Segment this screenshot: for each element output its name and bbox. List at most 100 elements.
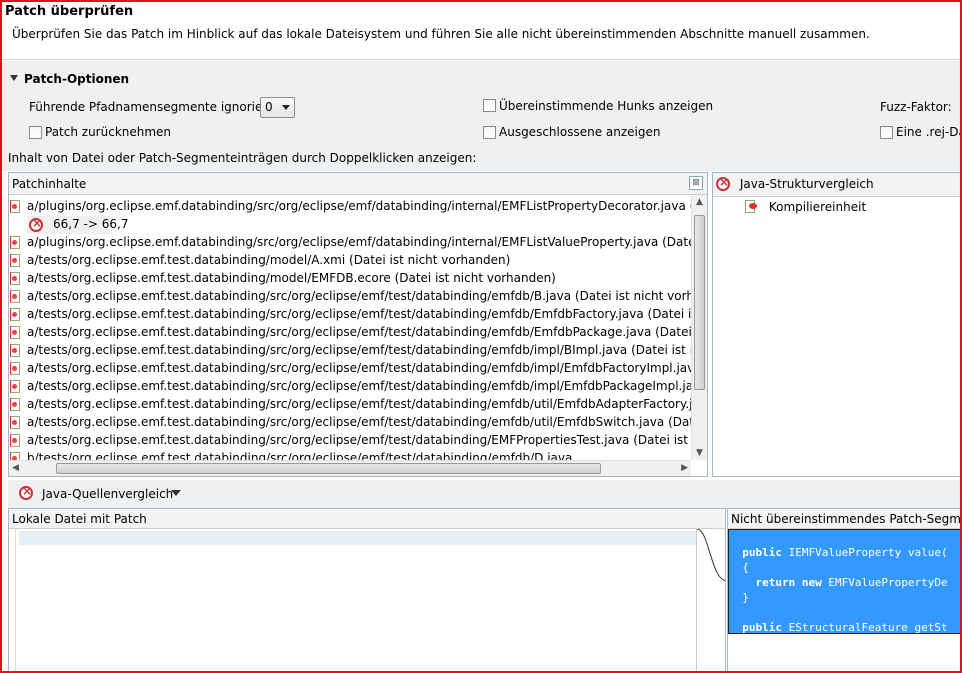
source-compare-toolbar: Java-Quellenvergleich [8, 480, 960, 508]
double-click-hint: Inhalt von Datei oder Patch-Segmenteintr… [8, 151, 477, 165]
java-file-error-icon [10, 362, 20, 375]
patch-review-wizard: Patch überprüfen Überprüfen Sie das Patc… [0, 0, 962, 673]
scrollbar-thumb[interactable] [56, 463, 601, 474]
java-compare-icon [716, 175, 730, 191]
reverse-patch-checkbox[interactable] [29, 126, 42, 139]
java-file-error-icon [10, 434, 20, 447]
patch-segment-title: Nicht übereinstimmendes Patch-Segment [731, 512, 962, 526]
hunk-error-icon [29, 216, 43, 232]
patch-file-row[interactable]: a/tests/org.eclipse.emf.test.databinding… [9, 414, 691, 432]
compilation-unit-label: Kompiliereinheit [768, 200, 867, 214]
patch-file-row[interactable]: a/tests/org.eclipse.emf.test.databinding… [9, 378, 691, 396]
java-file-error-icon [10, 236, 20, 249]
java-file-error-icon [10, 344, 20, 357]
current-line-highlight [19, 531, 696, 545]
patch-file-row[interactable]: b/tests/org.eclipse.emf.test.databinding… [9, 450, 691, 460]
patch-file-label: a/plugins/org.eclipse.emf.databinding/sr… [27, 199, 691, 213]
patch-file-row[interactable]: a/plugins/org.eclipse.emf.databinding/sr… [9, 198, 691, 216]
source-compare-title: Java-Quellenvergleich [42, 487, 174, 501]
selected-code-block: public IEMFValueProperty value( { return… [728, 529, 960, 634]
java-file-error-icon [10, 326, 20, 339]
patch-file-row[interactable]: a/tests/org.eclipse.emf.test.databinding… [9, 288, 691, 306]
fuzz-factor-label: Fuzz-Faktor: [880, 100, 952, 114]
code-line: return new EMFValuePropertyDe [755, 576, 948, 589]
scroll-down-icon[interactable]: ▼ [696, 448, 703, 458]
scrollbar-thumb[interactable] [694, 215, 705, 390]
patch-file-label: a/tests/org.eclipse.emf.test.databinding… [27, 397, 691, 411]
patch-file-row[interactable]: a/tests/org.eclipse.emf.test.databinding… [9, 324, 691, 342]
patch-file-row[interactable]: a/tests/org.eclipse.emf.test.databinding… [9, 252, 691, 270]
structure-compare-panel: Java-Strukturvergleich Kompiliereinheit [712, 172, 960, 477]
page-description: Überprüfen Sie das Patch im Hinblick auf… [12, 27, 870, 41]
java-file-error-icon [10, 290, 20, 303]
patch-file-row[interactable]: a/tests/org.eclipse.emf.test.databinding… [9, 432, 691, 450]
patch-file-label: a/tests/org.eclipse.emf.test.databinding… [27, 433, 691, 447]
code-line: public IEMFValueProperty value( [742, 546, 948, 559]
patch-file-label: b/tests/org.eclipse.emf.test.databinding… [27, 451, 573, 460]
patch-file-label: a/tests/org.eclipse.emf.test.databinding… [27, 271, 556, 285]
java-file-error-icon [10, 416, 20, 429]
hunk-row[interactable]: 66,7 -> 66,7 [27, 216, 128, 234]
center-ruler [696, 529, 725, 671]
patch-options-toggle[interactable]: Patch-Optionen [10, 72, 129, 86]
patch-file-row[interactable]: a/plugins/org.eclipse.emf.databinding/sr… [9, 234, 691, 252]
patch-file-label: a/tests/org.eclipse.emf.test.databinding… [27, 415, 691, 429]
patch-file-row[interactable]: a/tests/org.eclipse.emf.test.databinding… [9, 306, 691, 324]
scroll-left-icon[interactable]: ◀ [12, 463, 19, 473]
patch-file-label: a/tests/org.eclipse.emf.test.databinding… [27, 253, 511, 267]
java-source-compare-icon [19, 484, 33, 500]
patch-file-row[interactable]: a/tests/org.eclipse.emf.test.databinding… [9, 360, 691, 378]
strip-segments-combo[interactable]: 0 [260, 97, 295, 118]
generate-rej-label: Eine .rej-Date [896, 125, 960, 139]
show-excluded-label: Ausgeschlossene anzeigen [499, 125, 661, 139]
editor-gutter [15, 529, 16, 671]
chevron-down-icon[interactable] [171, 490, 181, 496]
scroll-up-icon[interactable]: ▲ [696, 197, 703, 207]
java-file-error-icon [10, 308, 20, 321]
java-file-error-icon [10, 200, 20, 213]
strip-segments-label: Führende Pfadnamensegmente ignorieren: [29, 100, 287, 114]
scroll-right-icon[interactable]: ▶ [681, 463, 688, 473]
patch-contents-header: Patchinhalte ⊠ [9, 173, 707, 195]
local-file-editor[interactable] [9, 529, 696, 671]
patch-file-label: a/tests/org.eclipse.emf.test.databinding… [27, 379, 691, 393]
patch-file-row[interactable]: a/tests/org.eclipse.emf.test.databinding… [9, 396, 691, 414]
structure-compare-header: Java-Strukturvergleich [713, 173, 960, 197]
patch-file-row[interactable]: a/tests/org.eclipse.emf.test.databinding… [9, 342, 691, 360]
local-file-title: Lokale Datei mit Patch [12, 512, 147, 526]
compilation-unit-item[interactable]: Kompiliereinheit [745, 200, 866, 214]
hunk-label: 66,7 -> 66,7 [53, 217, 129, 231]
strip-segments-value: 0 [265, 100, 273, 114]
java-file-error-icon [10, 254, 20, 267]
collapse-all-icon[interactable]: ⊠ [689, 176, 703, 190]
diff-connector [697, 529, 725, 581]
java-file-error-icon [10, 398, 20, 411]
compilation-unit-icon [745, 200, 757, 213]
patch-file-list: a/plugins/org.eclipse.emf.databinding/sr… [9, 196, 691, 460]
show-excluded-checkbox[interactable] [483, 126, 496, 139]
show-matching-checkbox[interactable] [483, 99, 496, 112]
reverse-patch-label: Patch zurücknehmen [45, 125, 172, 139]
chevron-down-icon [282, 105, 290, 110]
patch-segment-pane: Nicht übereinstimmendes Patch-Segment pu… [727, 508, 962, 671]
patch-file-label: a/tests/org.eclipse.emf.test.databinding… [27, 307, 691, 321]
horizontal-scrollbar[interactable]: ◀ ▶ [9, 460, 691, 476]
patch-contents-title: Patchinhalte [12, 177, 87, 191]
section-label: Patch-Optionen [24, 72, 130, 86]
patch-segment-editor[interactable]: public IEMFValueProperty value( { return… [728, 529, 960, 671]
code-line: } [729, 591, 749, 604]
code-line: { [729, 561, 749, 574]
generate-rej-checkbox[interactable] [880, 126, 893, 139]
patch-file-row[interactable]: a/tests/org.eclipse.emf.test.databinding… [9, 270, 691, 288]
show-matching-label: Übereinstimmende Hunks anzeigen [499, 99, 714, 113]
java-file-error-icon [10, 452, 20, 460]
vertical-scrollbar[interactable]: ▲ ▼ [691, 195, 707, 460]
page-title: Patch überprüfen [5, 4, 134, 19]
code-line: public EStructuralFeature getSt [742, 621, 948, 634]
structure-compare-title: Java-Strukturvergleich [739, 177, 874, 191]
patch-file-label: a/plugins/org.eclipse.emf.databinding/sr… [27, 235, 691, 249]
local-file-header: Lokale Datei mit Patch [9, 509, 725, 529]
java-file-error-icon [10, 272, 20, 285]
